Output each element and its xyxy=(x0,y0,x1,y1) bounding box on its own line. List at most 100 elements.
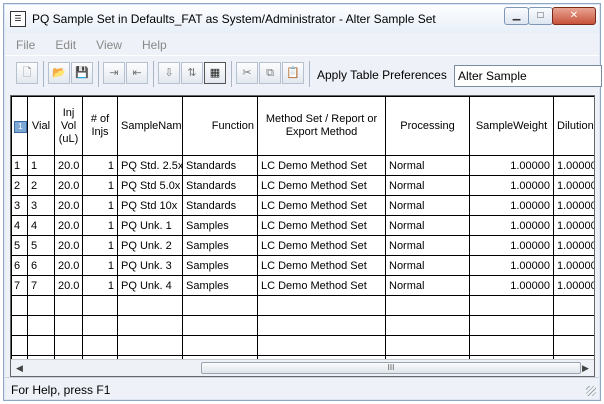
table-cell[interactable]: Normal xyxy=(385,175,470,196)
table-cell[interactable]: LC Demo Method Set xyxy=(257,235,386,256)
table-cell[interactable]: 5 xyxy=(27,235,55,256)
row-number-cell[interactable]: 7 xyxy=(11,275,28,296)
empty-table-cell[interactable] xyxy=(82,335,118,356)
table-cell[interactable]: LC Demo Method Set xyxy=(257,175,386,196)
row-number-cell[interactable]: 1 xyxy=(11,155,28,176)
table-cell[interactable]: PQ Unk. 3 xyxy=(117,255,183,276)
column-header-dilution[interactable]: Dilution xyxy=(553,96,594,156)
empty-table-cell[interactable] xyxy=(182,335,258,356)
table-cell[interactable]: 1 xyxy=(82,195,118,216)
table-row[interactable]: 5 5 20.0 1 PQ Unk. 2 Samples LC Demo Method Se… xyxy=(11,235,594,256)
table-cell[interactable]: LC Demo Method Set xyxy=(257,255,386,276)
table-cell[interactable]: 1 xyxy=(82,155,118,176)
empty-table-row[interactable] xyxy=(11,295,594,316)
menu-help[interactable]: Help xyxy=(142,35,167,52)
empty-table-cell[interactable] xyxy=(117,315,183,336)
table-cell[interactable]: 7 xyxy=(27,275,55,296)
paste-icon[interactable]: 📋 xyxy=(282,62,304,84)
row-number-cell[interactable]: 6 xyxy=(11,255,28,276)
table-cell[interactable]: 1 xyxy=(82,255,118,276)
table-cell[interactable]: Samples xyxy=(182,275,258,296)
table-row[interactable]: 7 7 20.0 1 PQ Unk. 4 Samples LC Demo Method Se… xyxy=(11,275,594,296)
new-icon[interactable]: 🗋 xyxy=(16,62,38,84)
empty-table-cell[interactable] xyxy=(54,315,83,336)
table-cell[interactable]: Normal xyxy=(385,275,470,296)
save-icon[interactable]: 💾 xyxy=(71,62,93,84)
empty-table-cell[interactable] xyxy=(385,335,470,356)
maximize-button[interactable]: □ xyxy=(528,7,553,25)
table-cell[interactable]: Standards xyxy=(182,175,258,196)
minimize-button[interactable]: ▁ xyxy=(504,7,529,25)
table-cell[interactable]: 20.0 xyxy=(54,215,83,236)
table-cell[interactable]: 1.00000 xyxy=(469,175,554,196)
fill-down-icon[interactable]: ⇩ xyxy=(158,62,180,84)
table-cell[interactable]: 20.0 xyxy=(54,175,83,196)
table-cell[interactable]: 1 xyxy=(27,155,55,176)
table-cell[interactable]: LC Demo Method Set xyxy=(257,275,386,296)
open-folder-icon[interactable]: 📂 xyxy=(48,62,70,84)
column-header-sample-weight[interactable]: SampleWeight xyxy=(469,96,554,156)
table-cell[interactable]: Samples xyxy=(182,255,258,276)
table-cell[interactable]: 3 xyxy=(27,195,55,216)
row-number-cell[interactable]: 5 xyxy=(11,235,28,256)
table-corner-cell[interactable]: 1 xyxy=(11,96,28,156)
table-cell[interactable]: PQ Unk. 4 xyxy=(117,275,183,296)
table-cell[interactable]: 1.00000 xyxy=(469,155,554,176)
empty-table-cell[interactable] xyxy=(27,315,55,336)
empty-table-cell[interactable] xyxy=(54,335,83,356)
table-row[interactable]: 4 4 20.0 1 PQ Unk. 1 Samples LC Demo Method Se… xyxy=(11,215,594,236)
sample-set-grid[interactable]: 1 Vial Inj Vol (uL) # of Injs SampleName… xyxy=(10,95,595,377)
table-cell[interactable]: 1.00000 xyxy=(553,215,594,236)
empty-table-cell[interactable] xyxy=(11,295,28,316)
empty-table-cell[interactable] xyxy=(54,295,83,316)
menu-edit[interactable]: Edit xyxy=(55,35,76,52)
column-header-method-set[interactable]: Method Set / Report or Export Method xyxy=(257,96,386,156)
empty-table-cell[interactable] xyxy=(117,335,183,356)
sort-icon[interactable]: ⇅ xyxy=(181,62,203,84)
empty-table-cell[interactable] xyxy=(27,335,55,356)
select-all-icon[interactable]: 1 xyxy=(14,120,27,133)
scroll-right-arrow-icon[interactable]: ▶ xyxy=(577,360,594,376)
table-cell[interactable]: 20.0 xyxy=(54,195,83,216)
column-header-function[interactable]: Function xyxy=(182,96,258,156)
table-cell[interactable]: 20.0 xyxy=(54,255,83,276)
table-cell[interactable]: Normal xyxy=(385,195,470,216)
table-cell[interactable]: Standards xyxy=(182,155,258,176)
row-number-cell[interactable]: 4 xyxy=(11,215,28,236)
table-cell[interactable]: LC Demo Method Set xyxy=(257,155,386,176)
empty-table-cell[interactable] xyxy=(469,315,554,336)
empty-table-cell[interactable] xyxy=(469,335,554,356)
table-cell[interactable]: 1.00000 xyxy=(469,215,554,236)
table-prefs-icon[interactable]: ▦ xyxy=(204,62,226,84)
column-header-inj-vol[interactable]: Inj Vol (uL) xyxy=(54,96,83,156)
table-cell[interactable]: 1.00000 xyxy=(553,235,594,256)
table-cell[interactable]: 1 xyxy=(82,235,118,256)
append-row-icon[interactable]: ⇤ xyxy=(126,62,148,84)
resize-grip-icon[interactable] xyxy=(586,386,596,396)
empty-table-cell[interactable] xyxy=(385,315,470,336)
table-cell[interactable]: Samples xyxy=(182,235,258,256)
close-button[interactable]: ✕ xyxy=(552,7,596,25)
row-number-cell[interactable]: 3 xyxy=(11,195,28,216)
table-cell[interactable]: PQ Unk. 2 xyxy=(117,235,183,256)
column-header-num-injs[interactable]: # of Injs xyxy=(82,96,118,156)
table-cell[interactable]: Samples xyxy=(182,215,258,236)
empty-table-row[interactable] xyxy=(11,315,594,336)
empty-table-cell[interactable] xyxy=(553,315,594,336)
table-cell[interactable]: PQ Std 5.0x xyxy=(117,175,183,196)
column-header-sample-name[interactable]: SampleName xyxy=(117,96,183,156)
table-cell[interactable]: LC Demo Method Set xyxy=(257,215,386,236)
table-cell[interactable]: 1.00000 xyxy=(553,155,594,176)
table-cell[interactable]: 1.00000 xyxy=(469,235,554,256)
horizontal-scrollbar[interactable]: ◀ III ▶ xyxy=(11,359,594,376)
empty-table-cell[interactable] xyxy=(82,295,118,316)
empty-table-cell[interactable] xyxy=(385,295,470,316)
table-row[interactable]: 6 6 20.0 1 PQ Unk. 3 Samples LC Demo Method Se… xyxy=(11,255,594,276)
table-cell[interactable]: Normal xyxy=(385,215,470,236)
menu-view[interactable]: View xyxy=(96,35,122,52)
menu-file[interactable]: File xyxy=(16,35,35,52)
insert-row-icon[interactable]: ⇥ xyxy=(103,62,125,84)
table-cell[interactable]: 1.00000 xyxy=(469,255,554,276)
empty-table-cell[interactable] xyxy=(27,295,55,316)
table-cell[interactable]: 1 xyxy=(82,275,118,296)
